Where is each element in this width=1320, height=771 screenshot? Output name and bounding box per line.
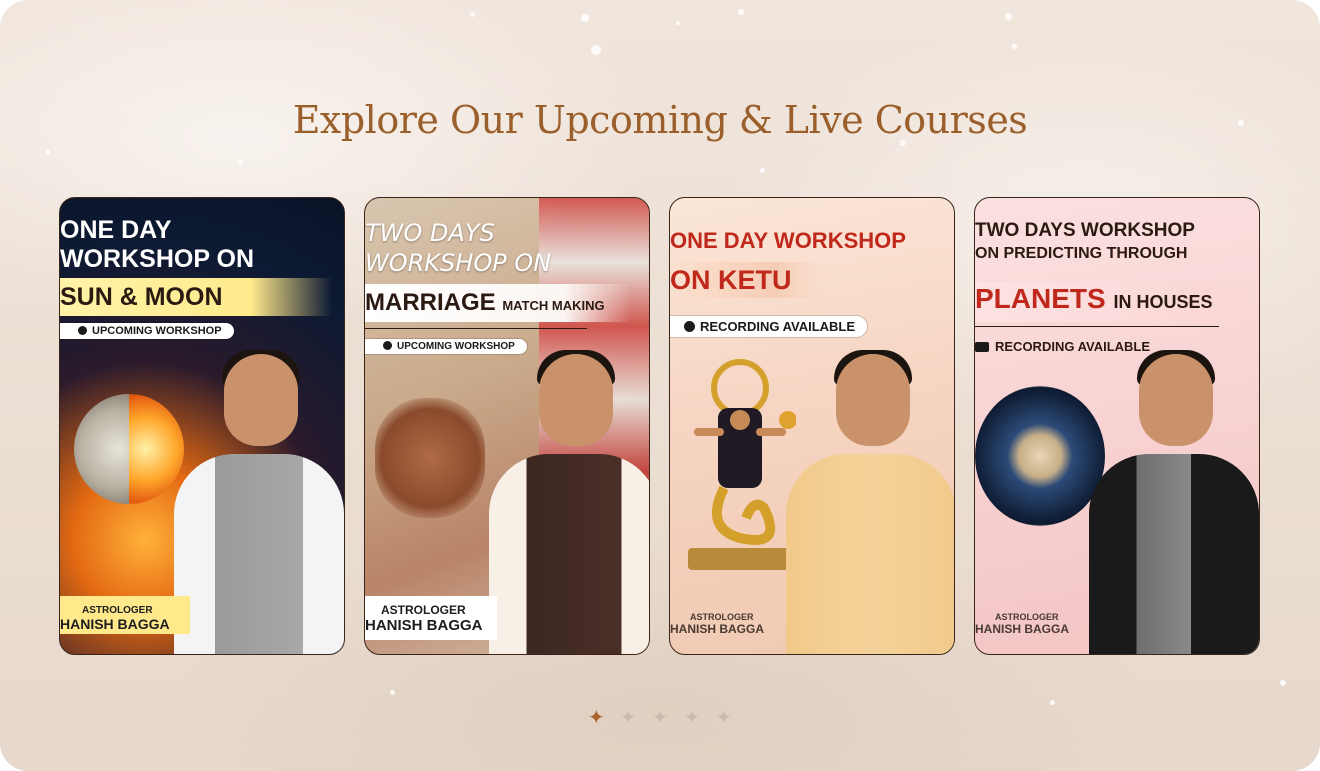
card-headline-line: WORKSHOP ON: [365, 249, 552, 277]
pagination-star-icon[interactable]: ✦: [620, 707, 637, 727]
sparkle: [470, 12, 475, 17]
zodiac-wheel-image: [975, 386, 1105, 526]
pagination-star-icon[interactable]: ✦: [715, 707, 732, 727]
sparkle: [46, 150, 50, 154]
sparkle: [591, 45, 601, 55]
course-card-planets[interactable]: TWO DAYS WORKSHOP ON PREDICTING THROUGH …: [974, 197, 1260, 655]
courses-section: Explore Our Upcoming & Live Courses ONE …: [0, 0, 1320, 771]
status-badge: RECORDING AVAILABLE: [975, 339, 1150, 354]
bridal-hands-image: [375, 398, 485, 518]
ketu-idol-image: [688, 359, 796, 570]
course-card-sun-moon[interactable]: ONE DAY WORKSHOP ON SUN & MOON UPCOMING …: [59, 197, 345, 655]
sparkle: [1050, 700, 1055, 705]
card-topic: PLANETS IN HOUSES: [975, 283, 1213, 314]
card-headline-line: ONE DAY: [60, 216, 172, 244]
sparkle: [1005, 13, 1012, 20]
pagination-star-icon[interactable]: ✦: [652, 707, 669, 727]
card-headline-line: ONE DAY WORKSHOP: [670, 228, 906, 253]
presenter-photo: [786, 350, 954, 654]
presenter-photo: [489, 350, 649, 654]
card-headline-line: ON PREDICTING THROUGH: [975, 245, 1188, 262]
status-badge: UPCOMING WORKSHOP: [60, 323, 234, 339]
sparkle: [1012, 44, 1017, 49]
card-headline-line: TWO DAYS: [365, 219, 495, 247]
video-camera-icon: [975, 342, 989, 352]
sparkle: [738, 9, 744, 15]
pagination-star-icon[interactable]: ✦: [683, 707, 700, 727]
moon-half: [74, 394, 129, 504]
sparkle: [1280, 680, 1286, 686]
card-topic: MARRIAGE MATCH MAKING: [365, 289, 605, 316]
section-title: Explore Our Upcoming & Live Courses: [292, 98, 1028, 142]
presenter-signature: ASTROLOGER HANISH BAGGA: [975, 612, 1070, 636]
refresh-icon: [383, 341, 392, 350]
carousel-pagination: ✦ ✦ ✦ ✦ ✦: [0, 707, 1320, 728]
presenter-signature: ASTROLOGER HANISH BAGGA: [670, 612, 765, 636]
sparkle: [390, 690, 395, 695]
presenter-photo: [1089, 350, 1259, 654]
presenter-signature: ASTROLOGER HANISH BAGGA: [365, 603, 483, 634]
refresh-icon: [78, 326, 87, 335]
video-camera-icon: [684, 321, 695, 332]
status-badge: UPCOMING WORKSHOP: [365, 339, 527, 354]
presenter-signature: ASTROLOGER HANISH BAGGA: [60, 605, 170, 632]
pagination-star-icon[interactable]: ✦: [588, 707, 605, 727]
card-headline-line: WORKSHOP ON: [60, 245, 254, 273]
sparkle: [760, 168, 765, 173]
status-badge: RECORDING AVAILABLE: [670, 316, 868, 337]
divider: [365, 328, 587, 329]
sparkle: [676, 21, 680, 25]
card-topic: ON KETU: [670, 265, 792, 295]
sparkle: [238, 160, 243, 165]
presenter-photo: [174, 350, 344, 654]
card-topic: SUN & MOON: [60, 283, 223, 311]
course-card-marriage[interactable]: TWO DAYS WORKSHOP ON MARRIAGE MATCH MAKI…: [364, 197, 650, 655]
sparkle: [581, 14, 589, 22]
course-card-ketu[interactable]: ONE DAY WORKSHOP ON KETU RECORDING AVAIL…: [669, 197, 955, 655]
card-headline-line: TWO DAYS WORKSHOP: [975, 220, 1195, 241]
divider: [975, 326, 1219, 327]
